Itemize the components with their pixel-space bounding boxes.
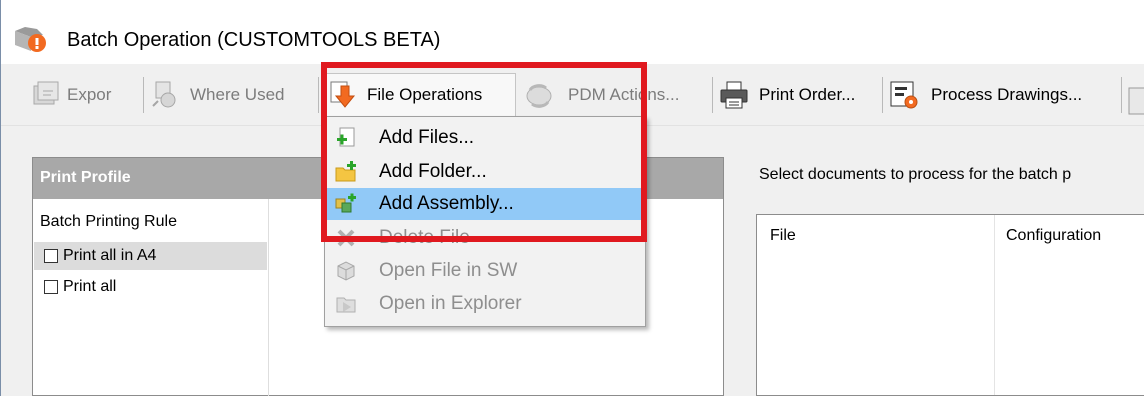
export-label: Expor <box>67 85 112 104</box>
menu-item-delete-file[interactable]: Delete File <box>327 222 643 254</box>
file-operations-button[interactable]: File Operations <box>322 73 516 117</box>
open-in-sw-icon <box>337 261 355 281</box>
documents-list[interactable]: File Configuration <box>756 214 1144 396</box>
where-used-label: Where Used <box>190 85 285 104</box>
menu-item-open-in-explorer[interactable]: Open in Explorer <box>327 288 643 320</box>
printer-icon <box>720 81 748 109</box>
menu-item-add-folder[interactable]: Add Folder... <box>327 156 643 188</box>
menu-label: Add Files... <box>379 127 475 148</box>
menu-label: Add Folder... <box>379 161 487 182</box>
delete-icon <box>337 229 355 247</box>
add-files-icon <box>337 127 355 147</box>
file-operations-menu: Add Files... Add Folder... Add Assembly.… <box>324 116 646 327</box>
print-order-button[interactable]: Print Order... <box>715 73 855 117</box>
file-operations-label: File Operations <box>367 85 483 104</box>
window-title: Batch Operation (CUSTOMTOOLS BETA) <box>67 29 441 51</box>
title-bar: Batch Operation (CUSTOMTOOLS BETA) <box>1 0 1144 64</box>
print-profile-title: Print Profile <box>40 169 131 186</box>
pdm-actions-icon <box>526 84 552 108</box>
rule-checkbox[interactable] <box>44 249 58 263</box>
file-operations-icon <box>330 81 356 108</box>
menu-item-add-assembly[interactable]: Add Assembly... <box>327 188 643 220</box>
menu-item-add-files[interactable]: Add Files... <box>327 122 643 154</box>
more-tools-icon[interactable] <box>1127 86 1144 116</box>
add-assembly-icon <box>335 193 356 213</box>
toolbar-separator <box>318 77 319 113</box>
export-button[interactable]: Expor <box>27 73 111 117</box>
documents-instruction: Select documents to process for the batc… <box>759 166 1072 183</box>
where-used-button[interactable]: Where Used <box>146 73 284 117</box>
menu-label: Open in Explorer <box>379 293 522 314</box>
customtools-app-icon <box>15 27 46 52</box>
column-divider <box>994 215 995 395</box>
process-drawings-button[interactable]: Process Drawings... <box>885 73 1082 117</box>
rule-checkbox[interactable] <box>44 280 58 294</box>
toolbar-separator <box>143 77 144 113</box>
pdm-actions-label: PDM Actions... <box>568 85 680 104</box>
configuration-column-header[interactable]: Configuration <box>1006 227 1101 245</box>
menu-item-open-in-sw[interactable]: Open File in SW <box>327 255 643 287</box>
rule-label: Print all <box>63 278 117 295</box>
batch-operation-window: Batch Operation (CUSTOMTOOLS BETA) Expor… <box>0 0 1144 396</box>
toolbar-separator <box>1121 77 1122 113</box>
toolbar-separator <box>712 77 713 113</box>
open-in-explorer-icon <box>336 297 356 313</box>
rule-row[interactable]: Print all in A4 <box>34 242 267 270</box>
export-icon <box>33 81 59 105</box>
rule-row[interactable]: Print all <box>34 273 267 301</box>
pdm-actions-button[interactable]: PDM Actions... <box>520 73 679 117</box>
print-order-label: Print Order... <box>759 85 856 104</box>
where-used-icon <box>152 81 176 108</box>
process-drawings-label: Process Drawings... <box>931 85 1083 104</box>
batch-printing-rule-header: Batch Printing Rule <box>40 213 177 230</box>
toolbar-separator <box>882 77 883 113</box>
menu-label: Add Assembly... <box>379 193 514 214</box>
file-column-header[interactable]: File <box>770 227 796 245</box>
rule-label: Print all in A4 <box>63 247 157 264</box>
menu-label: Delete File <box>379 227 470 248</box>
column-divider <box>268 199 269 396</box>
menu-label: Open File in SW <box>379 260 518 281</box>
add-folder-icon <box>335 161 356 182</box>
process-drawings-icon <box>890 81 918 109</box>
